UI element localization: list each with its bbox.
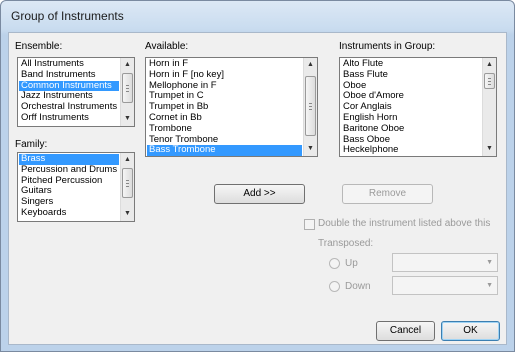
available-list-item[interactable]: Bass Trombone [147,145,302,156]
ensemble-label: Ensemble: [15,41,63,52]
available-list-item[interactable]: Trumpet in Bb [147,102,302,113]
remove-button[interactable]: Remove [342,184,433,204]
ensemble-listbox[interactable]: All Instruments Band Instruments Common In… [17,57,135,127]
scroll-up-arrow-icon[interactable]: ▲ [304,58,317,72]
group-of-instruments-dialog: Group of Instruments Ensemble: All Instr… [0,0,515,352]
add-button[interactable]: Add >> [214,184,305,204]
family-scrollbar[interactable]: ▲ ▼ [120,153,134,221]
up-radio[interactable] [329,258,340,269]
dialog-title: Group of Instruments [11,9,124,23]
family-list-item[interactable]: Keyboards [19,208,119,219]
up-interval-select[interactable]: ▼ [392,253,498,272]
available-scrollbar[interactable]: ▲ ▼ [303,58,317,156]
available-list-item[interactable]: Cornet in Bb [147,113,302,124]
ensemble-list-item[interactable]: Jazz Instruments [19,91,119,102]
scroll-thumb[interactable] [122,73,133,103]
scroll-up-arrow-icon[interactable]: ▲ [483,58,496,72]
down-radio[interactable] [329,281,340,292]
available-list-item[interactable]: Horn in F [no key] [147,70,302,81]
family-list-item[interactable]: Singers [19,197,119,208]
group-list-item[interactable]: Oboe [341,81,481,92]
ensemble-list-item[interactable]: Orff Instruments [19,113,119,124]
group-list-item[interactable]: Oboe d'Amore [341,91,481,102]
instruments-in-group-label: Instruments in Group: [339,41,436,52]
scroll-up-arrow-icon[interactable]: ▲ [121,153,134,167]
scroll-thumb[interactable] [305,76,316,136]
available-list-item[interactable]: Trumpet in C [147,91,302,102]
available-listbox[interactable]: Horn in F Horn in F [no key] Mellophone in… [145,57,318,157]
available-list-item[interactable]: Trombone [147,124,302,135]
dialog-client-area: Ensemble: All Instruments Band Instrument… [8,32,507,345]
ensemble-list-item[interactable]: All Instruments [19,59,119,70]
family-list-item[interactable]: Pitched Percussion [19,176,119,187]
available-list-item[interactable]: Tenor Trombone [147,135,302,146]
available-list-item[interactable]: Mellophone in F [147,81,302,92]
group-list-item[interactable]: Bass Oboe [341,135,481,146]
group-list-item[interactable]: Alto Flute [341,59,481,70]
scroll-down-arrow-icon[interactable]: ▼ [121,207,134,221]
family-list-item[interactable]: Brass [19,154,119,165]
family-list-item[interactable]: Guitars [19,186,119,197]
group-list-item[interactable]: Baritone Oboe [341,124,481,135]
chevron-down-icon: ▼ [486,282,493,289]
scroll-thumb[interactable] [484,73,495,89]
transposed-label: Transposed: [318,238,374,249]
available-label: Available: [145,41,189,52]
instruments-in-group-listbox[interactable]: Alto Flute Bass Flute Oboe Oboe d'Amore Cor … [339,57,497,157]
ensemble-list-item[interactable]: Band Instruments [19,70,119,81]
group-list-item[interactable]: Heckelphone [341,145,481,156]
ensemble-list-item[interactable]: Common Instruments [19,80,119,92]
down-label: Down [345,281,371,292]
available-list-item[interactable]: Horn in F [147,59,302,70]
family-listbox[interactable]: Brass Percussion and Drums Pitched Percuss… [17,152,135,222]
scroll-up-arrow-icon[interactable]: ▲ [121,58,134,72]
family-list-item[interactable]: Percussion and Drums [19,165,119,176]
group-scrollbar[interactable]: ▲ ▼ [482,58,496,156]
scroll-down-arrow-icon[interactable]: ▼ [121,112,134,126]
ensemble-list-item[interactable]: Orchestral Instruments [19,102,119,113]
double-label: Double the instrument listed above this [318,218,491,229]
family-label: Family: [15,139,48,150]
group-list-item[interactable]: Cor Anglais [341,102,481,113]
double-checkbox[interactable] [304,219,315,230]
scroll-thumb[interactable] [122,168,133,198]
group-list-item[interactable]: English Horn [341,113,481,124]
up-label: Up [345,258,358,269]
ok-button[interactable]: OK [441,321,500,341]
chevron-down-icon: ▼ [486,259,493,266]
ensemble-scrollbar[interactable]: ▲ ▼ [120,58,134,126]
group-list-item[interactable]: Bass Flute [341,70,481,81]
cancel-button[interactable]: Cancel [376,321,435,341]
scroll-down-arrow-icon[interactable]: ▼ [483,142,496,156]
scroll-down-arrow-icon[interactable]: ▼ [304,142,317,156]
down-interval-select[interactable]: ▼ [392,276,498,295]
